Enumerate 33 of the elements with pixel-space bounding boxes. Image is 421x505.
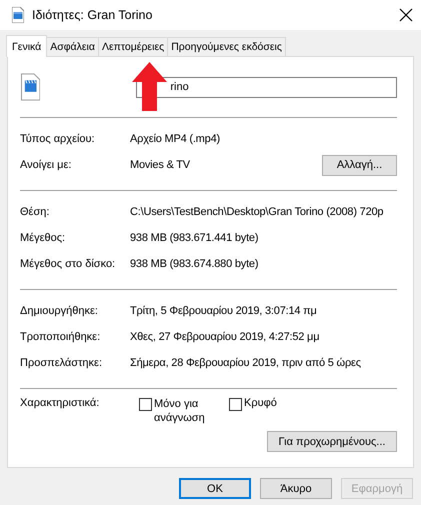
field-value: Σήμερα, 28 Φεβρουαρίου 2019, πριν από 5 ώρες — [130, 357, 362, 369]
field-label: Μέγεθος: — [20, 232, 66, 244]
video-file-icon — [21, 73, 40, 101]
checkbox[interactable] — [229, 398, 242, 411]
window-title: Ιδιότητες: Gran Torino — [32, 8, 154, 22]
dialog-button[interactable]: OK — [179, 478, 251, 499]
field-value: Τρίτη, 5 Φεβρουαρίου 2019, 3:07:14 πμ — [130, 305, 318, 317]
field-label: Προσπελάστηκε: — [20, 357, 104, 369]
field-label: Τροποποιήθηκε: — [20, 331, 102, 343]
field-value: Movies & TV — [130, 159, 191, 171]
field-value: 938 MB (983.674.880 byte) — [130, 258, 260, 270]
checkbox-label: Κρυφό — [244, 397, 277, 409]
field-label: Θέση: — [20, 206, 50, 218]
arrow-annotation — [132, 62, 167, 111]
close-icon[interactable] — [399, 8, 413, 22]
name-field[interactable]: rino — [136, 76, 397, 98]
field-value: 938 MB (983.671.441 byte) — [130, 232, 260, 244]
change-button[interactable]: Αλλαγή... — [322, 154, 397, 176]
advanced-button[interactable]: Για προχωρημένους... — [267, 431, 397, 452]
dialog-button[interactable]: Άκυρο — [260, 478, 332, 499]
field-value: C:\Users\TestBench\Desktop\Gran Torino (2008) 720p — [130, 206, 384, 218]
field-value: Αρχείο MP4 (.mp4) — [130, 133, 221, 145]
field-label: Χαρακτηριστικά: — [20, 397, 100, 409]
field-label: Δημιουργήθηκε: — [20, 305, 99, 317]
video-file-icon — [12, 7, 24, 23]
tab[interactable]: Γενικά — [6, 35, 48, 57]
tab[interactable]: Προηγούμενες εκδόσεις — [167, 37, 286, 56]
field-label: Ανοίγει με: — [20, 159, 72, 171]
checkbox[interactable] — [139, 398, 152, 411]
field-label: Τύπος αρχείου: — [20, 133, 96, 145]
checkbox-label: Μόνο για ανάγνωση — [154, 397, 206, 425]
field-value: Χθες, 27 Φεβρουαρίου 2019, 4:27:52 μμ — [130, 331, 320, 343]
field-label: Μέγεθος στο δίσκο: — [20, 258, 116, 270]
